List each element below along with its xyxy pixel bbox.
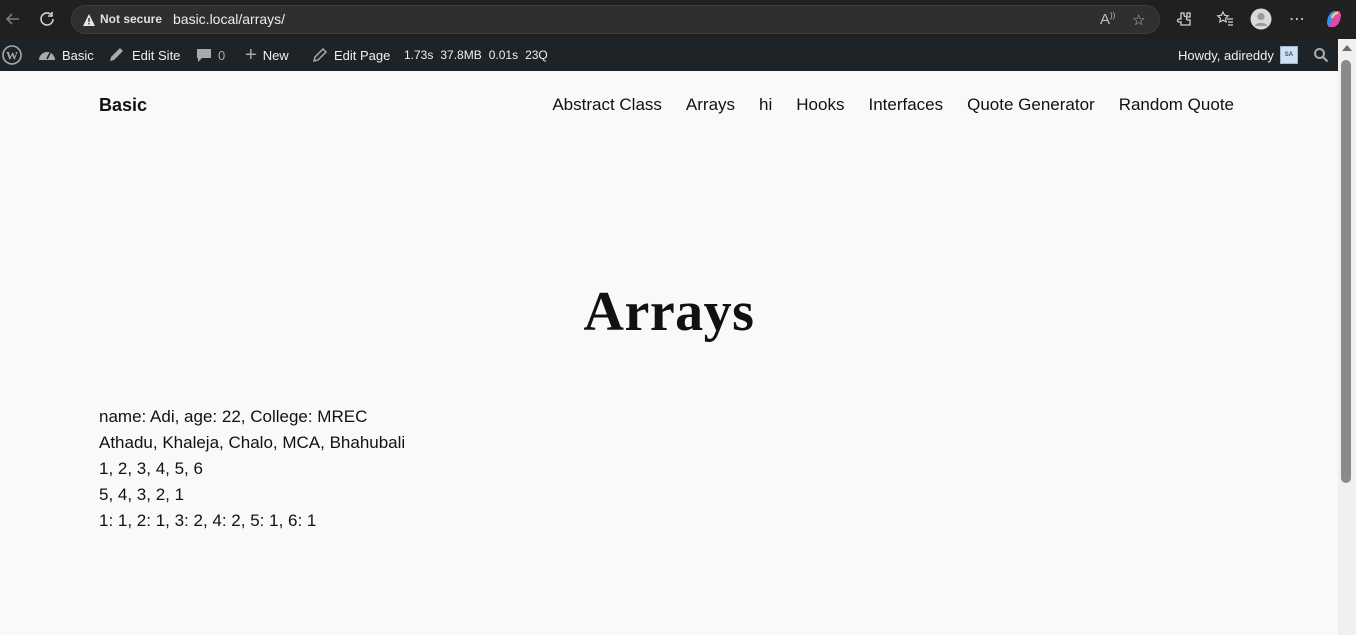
primary-navigation: Abstract Class Arrays hi Hooks Interface…: [552, 95, 1234, 115]
content-line: 1: 1, 2: 1, 3: 2, 4: 2, 5: 1, 6: 1: [99, 511, 317, 530]
site-title[interactable]: Basic: [99, 95, 147, 116]
stat-time: 1.73s: [404, 48, 434, 62]
warning-icon: [82, 13, 96, 27]
content-line: 5, 4, 3, 2, 1: [99, 485, 185, 504]
nav-item-hi[interactable]: hi: [759, 95, 772, 115]
stat-query-time: 0.01s: [488, 48, 519, 62]
comments-link[interactable]: 0: [196, 39, 225, 71]
wp-admin-bar: W Basic Edit Site 0 + New Edit Page 1.73…: [0, 39, 1356, 71]
new-content-link[interactable]: + New: [245, 39, 289, 71]
extensions-icon[interactable]: [1173, 8, 1195, 30]
scrollbar-thumb[interactable]: [1341, 60, 1351, 483]
favorites-icon[interactable]: [1214, 8, 1236, 30]
page-title: Arrays: [583, 281, 755, 343]
brush-icon: [108, 47, 126, 63]
content-line: Athadu, Khaleja, Chalo, MCA, Bhahubali: [99, 433, 406, 452]
stat-memory: 37.8MB: [440, 48, 482, 62]
search-icon[interactable]: [1313, 39, 1329, 71]
comment-bubble-icon: [196, 48, 212, 63]
wordpress-logo-icon[interactable]: W: [2, 39, 22, 71]
browser-toolbar: Not secure basic.local/arrays/ A)) ☆ ⋯: [0, 0, 1356, 39]
admin-site-name: Basic: [62, 47, 94, 63]
dashboard-gauge-icon: [38, 47, 56, 63]
reload-icon[interactable]: [36, 8, 58, 30]
back-arrow-icon[interactable]: [2, 8, 24, 30]
content-line: name: Adi, age: 22, College: MREC: [99, 407, 368, 426]
nav-item-quote-generator[interactable]: Quote Generator: [967, 95, 1095, 115]
copilot-icon[interactable]: [1323, 8, 1345, 30]
content-line: 1, 2, 3, 4, 5, 6: [99, 459, 203, 478]
nav-item-abstract-class[interactable]: Abstract Class: [552, 95, 662, 115]
my-account-link[interactable]: Howdy, adireddy SA: [1178, 39, 1298, 71]
edit-site-link[interactable]: Edit Site: [108, 39, 180, 71]
edit-page-link[interactable]: Edit Page: [312, 39, 390, 71]
plus-icon: +: [245, 43, 257, 66]
more-options-icon[interactable]: ⋯: [1286, 8, 1308, 30]
admin-site-link[interactable]: Basic: [38, 39, 94, 71]
nav-item-arrays[interactable]: Arrays: [686, 95, 735, 115]
scroll-up-arrow-icon[interactable]: [1342, 45, 1352, 51]
nav-item-hooks[interactable]: Hooks: [796, 95, 844, 115]
nav-item-interfaces[interactable]: Interfaces: [868, 95, 943, 115]
favorite-star-icon[interactable]: ☆: [1132, 11, 1145, 29]
query-monitor-stats[interactable]: 1.73s 37.8MB 0.01s 23Q: [404, 39, 548, 71]
edit-site-label: Edit Site: [132, 47, 181, 63]
svg-text:W: W: [6, 49, 18, 63]
not-secure-label[interactable]: Not secure: [100, 12, 162, 26]
page-content: name: Adi, age: 22, College: MREC Athadu…: [99, 404, 405, 534]
avatar: SA: [1279, 46, 1298, 64]
howdy-text: Howdy, adireddy: [1178, 47, 1274, 63]
new-label: New: [262, 47, 289, 63]
nav-item-random-quote[interactable]: Random Quote: [1119, 95, 1234, 115]
url-text[interactable]: basic.local/arrays/: [173, 11, 285, 27]
read-aloud-icon[interactable]: A)): [1100, 11, 1115, 28]
stat-queries: 23Q: [525, 48, 548, 62]
pencil-icon: [312, 47, 328, 63]
address-bar[interactable]: Not secure basic.local/arrays/ A)) ☆: [71, 5, 1160, 34]
profile-icon[interactable]: [1250, 8, 1272, 30]
edit-page-label: Edit Page: [334, 47, 391, 63]
comments-count: 0: [218, 47, 226, 63]
vertical-scrollbar[interactable]: [1338, 39, 1356, 635]
